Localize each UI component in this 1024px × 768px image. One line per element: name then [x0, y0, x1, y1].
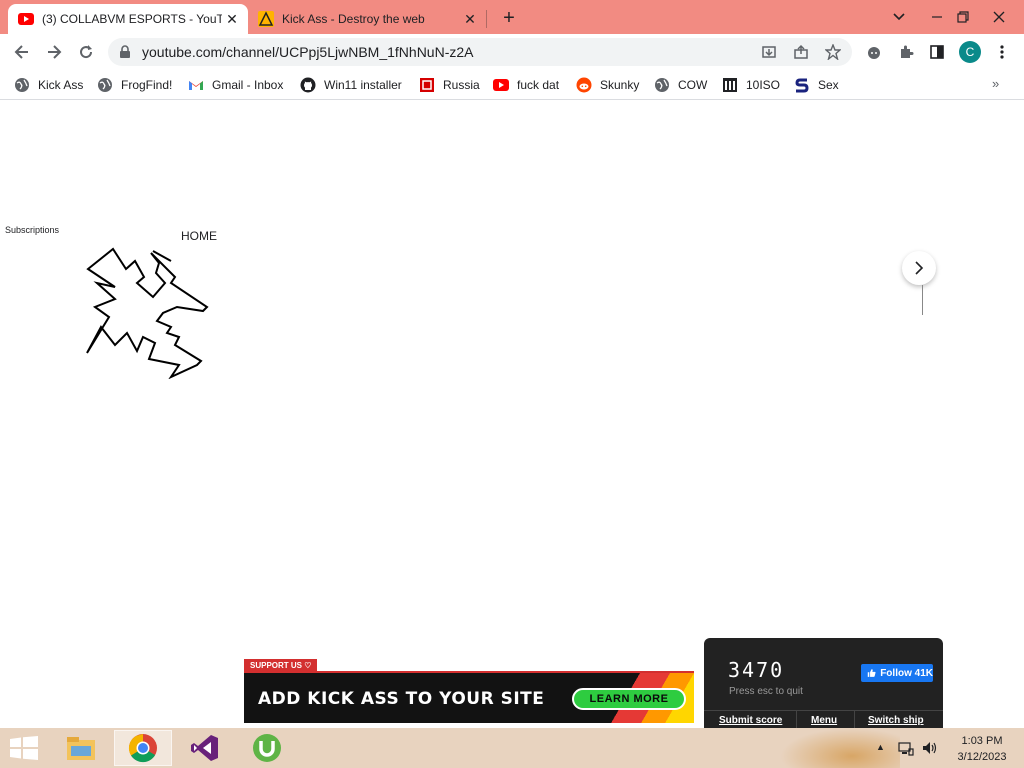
submit-score-link[interactable]: Submit score	[719, 715, 782, 726]
bookmark-frogfind[interactable]: FrogFind!	[97, 75, 172, 95]
bookmark-fuck-dat[interactable]: fuck dat	[493, 75, 559, 95]
address-bar[interactable]: youtube.com/channel/UCPpj5LjwNBM_1fNhNuN…	[108, 38, 852, 66]
youtube-icon	[18, 11, 34, 27]
globe-icon	[97, 77, 113, 93]
bookmark-label: fuck dat	[517, 78, 560, 92]
start-button-windows-icon[interactable]	[10, 736, 38, 760]
visual-studio-icon[interactable]	[176, 730, 234, 766]
globe-icon	[654, 77, 670, 93]
quit-hint: Press esc to quit	[729, 686, 803, 697]
tab-youtube[interactable]: (3) COLLABVM ESPORTS - YouTube ✕	[8, 4, 248, 34]
close-tab-icon[interactable]: ✕	[222, 9, 242, 29]
tab-kickass[interactable]: Kick Ass - Destroy the web ✕	[250, 4, 486, 34]
tab-title: (3) COLLABVM ESPORTS - YouTube	[42, 12, 222, 26]
bookmark-russia[interactable]: Russia	[419, 75, 480, 95]
chrome-icon[interactable]	[114, 730, 172, 766]
clock-date: 3/12/2023	[957, 751, 1007, 763]
carousel-divider	[922, 285, 923, 315]
restore-icon[interactable]	[946, 0, 980, 34]
bookmark-skunky[interactable]: Skunky	[576, 75, 639, 95]
game-panel: 3470 Press esc to quit Follow 41K Submit…	[704, 638, 943, 731]
kickass-icon	[258, 11, 274, 27]
bookmark-10iso[interactable]: 10ISO	[722, 75, 780, 95]
bookmark-win11-installer[interactable]: Win11 installer	[300, 75, 402, 95]
tab-separator	[486, 10, 487, 28]
windows-taskbar	[0, 728, 1024, 768]
bookmark-label: FrogFind!	[121, 78, 173, 92]
network-icon[interactable]	[898, 740, 914, 756]
url-text[interactable]: youtube.com/channel/UCPpj5LjwNBM_1fNhNuN…	[142, 44, 474, 60]
extension-reddit-icon[interactable]	[863, 42, 885, 62]
bookmark-label: Gmail - Inbox	[212, 78, 284, 92]
bookmark-label: Skunky	[600, 78, 640, 92]
extensions-puzzle-icon[interactable]	[895, 42, 917, 62]
utorrent-icon[interactable]	[238, 730, 296, 766]
banner-headline: ADD KICK ASS TO YOUR SITE	[258, 689, 545, 709]
side-panel-icon[interactable]	[926, 42, 948, 62]
bookmark-label: Win11 installer	[324, 78, 402, 92]
bank-icon	[722, 77, 738, 93]
chevron-right-icon	[915, 261, 924, 275]
gmail-icon	[188, 77, 204, 93]
player-spaceship[interactable]	[85, 247, 215, 379]
bookmarks-overflow-button[interactable]: »	[992, 76, 999, 91]
bookmark-label: COW	[678, 78, 708, 92]
facebook-follow-button[interactable]: Follow 41K	[861, 664, 933, 682]
youtube-icon	[493, 77, 509, 93]
file-explorer-icon[interactable]	[52, 730, 110, 766]
back-icon[interactable]	[8, 38, 36, 66]
game-menu: Submit score Menu Switch ship	[704, 710, 943, 731]
follow-label: Follow 41K	[880, 667, 933, 679]
reddit-icon	[576, 77, 592, 93]
profile-avatar[interactable]: C	[959, 41, 981, 63]
lock-icon[interactable]	[118, 45, 132, 59]
russia-icon	[419, 77, 435, 93]
clock-time: 1:03 PM	[961, 735, 1003, 747]
bookmark-label: 10ISO	[746, 78, 781, 92]
bookmark-label: Sex	[818, 78, 839, 92]
close-window-icon[interactable]	[982, 0, 1016, 34]
learn-more-button[interactable]: LEARN MORE	[572, 688, 686, 710]
subscriptions-tab[interactable]: Subscriptions	[5, 225, 59, 235]
close-tab-icon[interactable]: ✕	[460, 9, 480, 29]
menu-link[interactable]: Menu	[811, 715, 837, 726]
forward-icon[interactable]	[40, 38, 68, 66]
tab-title: Kick Ass - Destroy the web	[282, 12, 425, 26]
home-tab[interactable]: HOME	[181, 229, 217, 243]
github-icon	[300, 77, 316, 93]
bookmark-cow[interactable]: COW	[654, 75, 707, 95]
support-us-label[interactable]: SUPPORT US ♡	[244, 659, 318, 671]
tab-strip: (3) COLLABVM ESPORTS - YouTube ✕ Kick As…	[0, 0, 1024, 34]
tab-search-icon[interactable]	[882, 0, 916, 34]
bookmark-kick-ass[interactable]: Kick Ass	[14, 75, 83, 95]
bookmark-gmail[interactable]: Gmail - Inbox	[188, 75, 283, 95]
taskbar-clock[interactable]: 1:03 PM 3/12/2023	[950, 733, 1014, 765]
install-app-icon[interactable]	[758, 42, 780, 62]
carousel-next-button[interactable]	[902, 251, 936, 285]
browser-toolbar: youtube.com/channel/UCPpj5LjwNBM_1fNhNuN…	[0, 34, 1024, 70]
tray-overflow-icon[interactable]: ▲	[876, 742, 885, 752]
bookmark-star-icon[interactable]	[822, 42, 844, 62]
menu-kebab-icon[interactable]	[991, 42, 1013, 62]
globe-icon	[14, 77, 30, 93]
switch-ship-link[interactable]: Switch ship	[868, 715, 924, 726]
page-content: Subscriptions HOME	[0, 101, 1024, 728]
bookmarks-bar: Kick Ass FrogFind! Gmail - Inbox Win11 i…	[0, 70, 1024, 100]
kickass-ad-banner[interactable]: ADD KICK ASS TO YOUR SITE LEARN MORE	[244, 671, 694, 723]
s-icon	[794, 77, 810, 93]
share-icon[interactable]	[790, 42, 812, 62]
score-display: 3470	[728, 658, 785, 682]
thumbs-up-icon	[867, 669, 876, 677]
reload-icon[interactable]	[72, 38, 100, 66]
bookmark-label: Kick Ass	[38, 78, 84, 92]
volume-icon[interactable]	[922, 740, 938, 756]
bookmark-sex[interactable]: Sex	[794, 75, 839, 95]
new-tab-button[interactable]: +	[497, 6, 521, 30]
bookmark-label: Russia	[443, 78, 480, 92]
